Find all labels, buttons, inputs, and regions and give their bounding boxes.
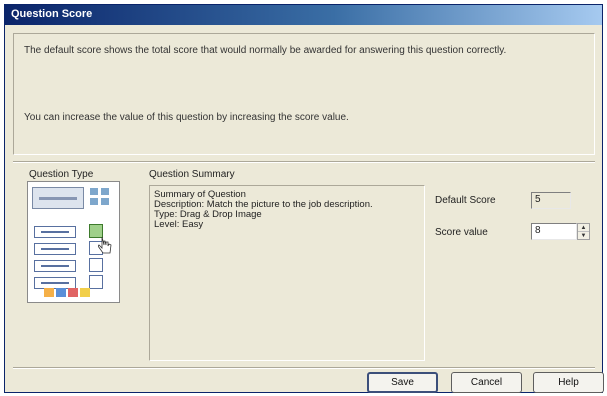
score-value-spinner[interactable]: ▲ ▼ — [577, 223, 590, 240]
score-value-label: Score value — [435, 227, 488, 238]
thumb-grid-icon — [90, 188, 112, 208]
window-title: Question Score — [11, 8, 93, 20]
spin-up-icon[interactable]: ▲ — [578, 224, 589, 232]
separator — [13, 367, 595, 369]
title-bar[interactable]: Question Score — [5, 5, 602, 25]
info-text-increase-score: You can increase the value of this quest… — [24, 112, 349, 123]
spin-down-icon[interactable]: ▼ — [578, 232, 589, 240]
thumb-row-icon — [34, 243, 76, 255]
question-summary-label: Question Summary — [149, 169, 235, 180]
separator — [13, 161, 595, 163]
thumb-target-icon — [89, 275, 103, 289]
info-text-default-score: The default score shows the total score … — [24, 45, 507, 56]
thumb-picture-icon — [32, 187, 84, 209]
thumb-row-icon — [34, 260, 76, 272]
info-panel: The default score shows the total score … — [13, 33, 595, 155]
save-button[interactable]: Save — [367, 372, 438, 393]
pointer-cursor-icon — [98, 236, 112, 254]
summary-line: Level: Easy — [154, 219, 204, 230]
thumb-row-icon — [34, 226, 76, 238]
question-summary-box: Summary of Question Description: Match t… — [149, 185, 425, 361]
default-score-field: 5 — [531, 192, 571, 209]
question-score-dialog: Question Score The default score shows t… — [4, 4, 604, 393]
default-score-label: Default Score — [435, 195, 496, 206]
thumb-target-icon — [89, 258, 103, 272]
thumb-colored-blocks-icon — [44, 288, 94, 298]
score-value-input[interactable]: 8 — [531, 223, 577, 240]
question-type-label: Question Type — [29, 169, 94, 180]
cancel-button[interactable]: Cancel — [451, 372, 522, 393]
help-button[interactable]: Help — [533, 372, 604, 393]
question-type-thumbnail-icon — [27, 181, 120, 303]
